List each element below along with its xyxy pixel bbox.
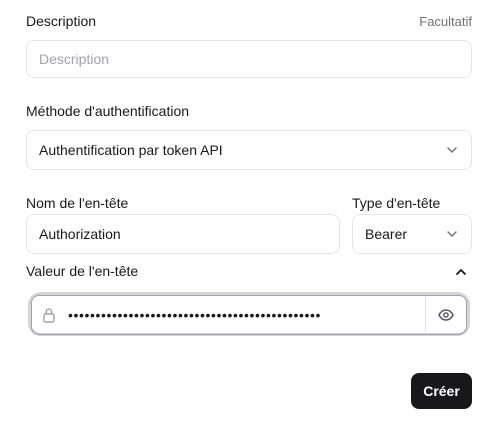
header-value-field[interactable]: ••••••••••••••••••••••••••••••••••••••••…: [31, 295, 467, 335]
chevron-up-icon[interactable]: [454, 265, 468, 279]
header-type-select[interactable]: Bearer: [352, 214, 472, 254]
description-label: Description: [26, 13, 97, 29]
header-name-value: Authorization: [39, 226, 121, 242]
header-type-label: Type d'en-tête: [352, 195, 441, 211]
header-value-masked[interactable]: ••••••••••••••••••••••••••••••••••••••••…: [64, 307, 425, 323]
description-placeholder: Description: [39, 51, 110, 67]
optional-hint: Facultatif: [419, 14, 472, 29]
description-input[interactable]: Description: [26, 40, 472, 78]
header-name-input[interactable]: Authorization: [26, 214, 340, 254]
chevron-down-icon: [445, 143, 459, 157]
header-name-label: Nom de l'en-tête: [26, 195, 129, 211]
header-value-label: Valeur de l'en-tête: [26, 263, 139, 279]
chevron-down-icon: [445, 227, 459, 241]
lock-icon: [32, 307, 64, 323]
eye-icon[interactable]: [425, 296, 466, 334]
auth-method-label: Méthode d'authentification: [26, 103, 190, 119]
create-button[interactable]: Créer: [411, 373, 472, 409]
header-type-value: Bearer: [365, 226, 408, 242]
auth-method-value: Authentification par token API: [39, 142, 223, 158]
auth-method-select[interactable]: Authentification par token API: [26, 130, 472, 170]
